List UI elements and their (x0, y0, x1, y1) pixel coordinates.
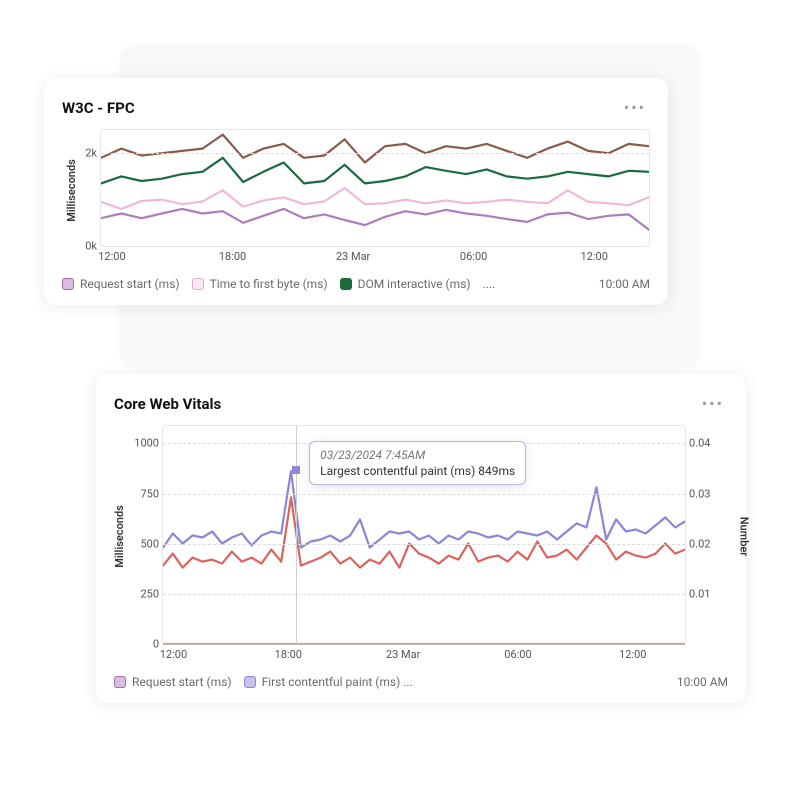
gridline (163, 544, 685, 545)
more-icon[interactable]: ••• (698, 392, 728, 415)
y-tick: 1000 (134, 437, 163, 450)
x-tick: 12:00 (619, 644, 646, 661)
gridline (163, 494, 685, 495)
more-icon[interactable]: ••• (620, 96, 650, 119)
gridline (101, 153, 649, 154)
legend-item: DOM interactive (ms) (340, 277, 471, 291)
legend-item: Request start (ms) (62, 277, 180, 291)
x-tick: 06:00 (460, 246, 487, 263)
legend-label: Request start (ms) (132, 675, 232, 689)
legend-swatch (192, 278, 204, 290)
legend-label: Request start (ms) (80, 277, 180, 291)
y-tick-right: 0.03 (685, 487, 710, 500)
x-tick: 18:00 (275, 644, 302, 661)
tooltip-date: 03/23/2024 7:45AM (320, 448, 515, 462)
legend-label: First contentful paint (ms) ... (262, 675, 413, 689)
card-header: Core Web Vitals ••• (114, 392, 728, 415)
y-tick-right: 0.02 (685, 537, 710, 550)
x-tick: 12:00 (580, 246, 607, 263)
x-tick: 23 Mar (386, 644, 420, 661)
y-tick: 500 (140, 537, 163, 550)
legend-label: Time to first byte (ms) (210, 277, 328, 291)
tooltip-text: Largest contentful paint (ms) 849ms (320, 464, 515, 478)
legend-overflow: .... (483, 277, 496, 291)
y-axis-label-left: Milliseconds (113, 505, 126, 568)
chart-area[interactable]: 1000 750 500 250 0 0.04 0.03 0.02 0.01 1… (162, 425, 686, 645)
card-title: Core Web Vitals (114, 395, 221, 413)
x-tick: 12:00 (160, 644, 187, 661)
card-header: W3C - FPC ••• (62, 96, 650, 119)
timestamp: 10:00 AM (677, 675, 728, 689)
y-axis-label-right: Number (738, 517, 751, 557)
gridline-zero (163, 644, 685, 645)
gridline (163, 594, 685, 595)
timestamp: 10:00 AM (599, 277, 650, 291)
tooltip: 03/23/2024 7:45AM Largest contentful pai… (309, 441, 526, 485)
x-tick: 18:00 (219, 246, 246, 263)
x-tick: 12:00 (98, 246, 125, 263)
y-tick: 2k (85, 147, 101, 160)
x-tick: 23 Mar (336, 246, 370, 263)
legend: Request start (ms) Time to first byte (m… (62, 277, 495, 291)
legend-label: DOM interactive (ms) (358, 277, 471, 291)
legend-swatch (244, 676, 256, 688)
tooltip-vline (296, 426, 297, 644)
legend-swatch (340, 278, 352, 290)
legend-item: Request start (ms) (114, 675, 232, 689)
y-tick: 250 (140, 587, 163, 600)
legend-item: Time to first byte (ms) (192, 277, 328, 291)
legend-item: First contentful paint (ms) ... (244, 675, 413, 689)
chart-svg (101, 130, 649, 246)
card-title: W3C - FPC (62, 99, 135, 117)
legend-swatch (114, 676, 126, 688)
chart-area[interactable]: 2k 0k 12:00 18:00 23 Mar 06:00 12:00 (100, 129, 650, 247)
y-tick-right: 0.01 (685, 587, 710, 600)
x-tick: 06:00 (504, 644, 531, 661)
legend: Request start (ms) First contentful pain… (114, 675, 413, 689)
card-core-web-vitals: Core Web Vitals ••• Milliseconds Number … (96, 374, 746, 703)
y-tick: 750 (140, 487, 163, 500)
card-w3c-fpc: W3C - FPC ••• Milliseconds 2k 0k 12:00 1… (44, 78, 668, 305)
tooltip-marker (292, 466, 300, 474)
legend-swatch (62, 278, 74, 290)
y-tick-right: 0.04 (685, 437, 710, 450)
y-axis-label: Milliseconds (65, 159, 78, 222)
